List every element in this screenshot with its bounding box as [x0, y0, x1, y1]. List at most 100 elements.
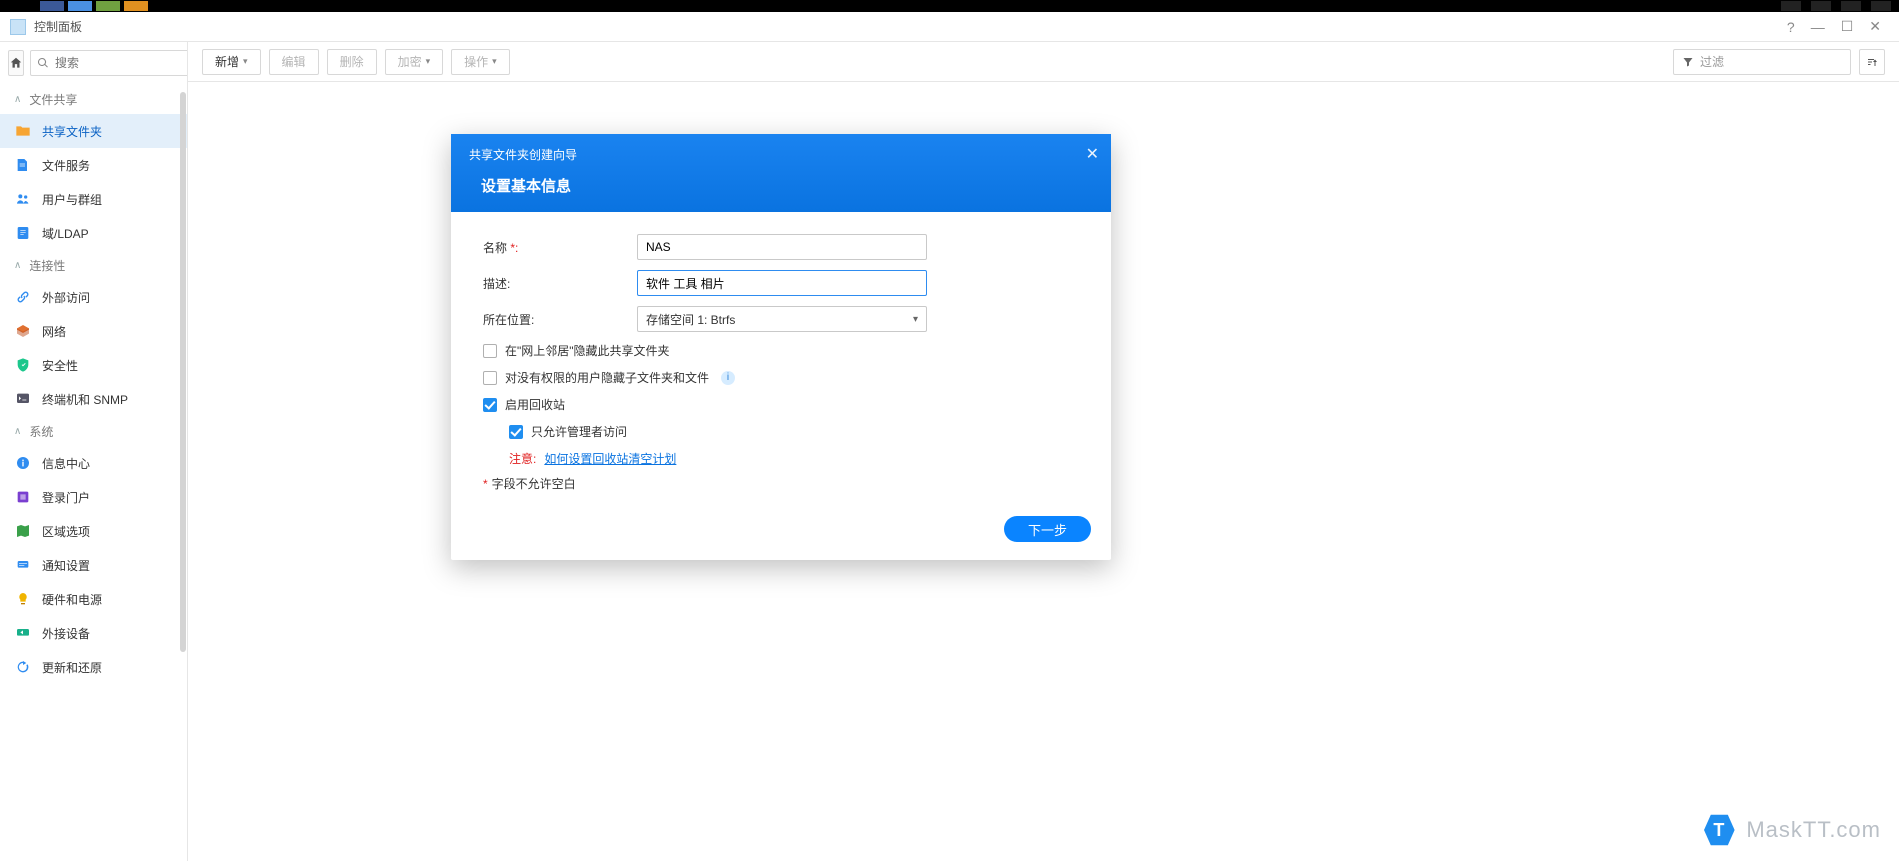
sidebar-scrollbar-thumb[interactable]	[180, 92, 186, 652]
name-input[interactable]	[637, 234, 927, 260]
sidebar-item-hardware-power[interactable]: 硬件和电源	[0, 582, 187, 616]
tray-icon-1[interactable]	[1781, 1, 1801, 11]
modal-body: 名称 *: 描述: 所在位置: 存储空间 1: Btrfs ▾	[451, 212, 1111, 502]
enable-recycle-checkbox[interactable]: 启用回收站	[483, 396, 1079, 413]
sidebar-item-label: 域/LDAP	[42, 225, 89, 242]
next-button[interactable]: 下一步	[1004, 516, 1091, 542]
chevron-down-icon: ▾	[913, 314, 918, 325]
file-icon	[15, 157, 31, 173]
hide-noaccess-label: 对没有权限的用户隐藏子文件夹和文件	[505, 369, 709, 386]
tray-icon-3[interactable]	[1841, 1, 1861, 11]
minimize-button[interactable]: —	[1803, 19, 1833, 35]
sidebar-group-系统[interactable]: ∧ 系统	[0, 416, 187, 446]
taskbar-app-3[interactable]	[96, 1, 120, 11]
sidebar-item-security[interactable]: 安全性	[0, 348, 187, 382]
info-icon[interactable]: i	[721, 371, 735, 385]
create-button[interactable]: 新增 ▾	[202, 49, 261, 75]
desc-label: 描述:	[483, 275, 637, 292]
update-icon	[15, 659, 31, 675]
taskbar-app-1[interactable]	[40, 1, 64, 11]
required-asterisk: *:	[510, 241, 518, 255]
help-button[interactable]: ?	[1779, 19, 1803, 35]
sidebar-item-file-services[interactable]: 文件服务	[0, 148, 187, 182]
region-icon	[15, 523, 31, 539]
hide-network-checkbox[interactable]: 在"网上邻居"隐藏此共享文件夹	[483, 342, 1079, 359]
sidebar-item-shared-folder[interactable]: 共享文件夹	[0, 114, 187, 148]
sidebar-item-external-access[interactable]: 外部访问	[0, 280, 187, 314]
sidebar-group-连接性[interactable]: ∧连接性	[0, 250, 187, 280]
sort-button[interactable]	[1859, 49, 1885, 75]
sort-icon	[1866, 56, 1878, 68]
group-label: 系统	[29, 423, 53, 440]
search-input[interactable]	[55, 56, 188, 70]
hide-noaccess-checkbox[interactable]: 对没有权限的用户隐藏子文件夹和文件 i	[483, 369, 1079, 386]
sidebar-item-info-center[interactable]: 信息中心	[0, 446, 187, 480]
sidebar-item-label: 终端机和 SNMP	[42, 391, 128, 408]
sidebar-item-notification[interactable]: 通知设置	[0, 548, 187, 582]
os-taskbar	[0, 0, 1899, 12]
edit-label: 编辑	[282, 53, 306, 70]
sidebar-item-regional[interactable]: 区域选项	[0, 514, 187, 548]
location-label: 所在位置:	[483, 311, 637, 328]
sidebar-item-label: 信息中心	[42, 455, 90, 472]
filter-box[interactable]: 过滤	[1673, 49, 1851, 75]
app-icon	[10, 19, 26, 35]
delete-label: 删除	[340, 53, 364, 70]
group-label: 连接性	[29, 257, 65, 274]
sidebar-item-domain-ldap[interactable]: 域/LDAP	[0, 216, 187, 250]
checkbox-icon	[483, 344, 497, 358]
checkbox-icon	[483, 398, 497, 412]
action-button[interactable]: 操作 ▾	[451, 49, 510, 75]
tray-icon-4[interactable]	[1871, 1, 1891, 11]
sidebar-item-label: 通知设置	[42, 557, 90, 574]
chevron-down-icon: ▾	[243, 56, 248, 67]
sidebar-item-external-devices[interactable]: 外接设备	[0, 616, 187, 650]
ext-icon	[15, 625, 31, 641]
create-label: 新增	[215, 53, 239, 70]
chevron-down-icon: ▾	[492, 56, 497, 67]
taskbar-tray	[1781, 1, 1891, 11]
funnel-icon	[1682, 56, 1694, 68]
sidebar-item-login-portal[interactable]: 登录门户	[0, 480, 187, 514]
sidebar-group-文件共享[interactable]: ∧文件共享	[0, 84, 187, 114]
tray-icon-2[interactable]	[1811, 1, 1831, 11]
sidebar-search[interactable]	[30, 50, 188, 76]
delete-button[interactable]: 删除	[327, 49, 377, 75]
enable-recycle-label: 启用回收站	[505, 396, 565, 413]
sidebar-item-label: 外接设备	[42, 625, 90, 642]
filter-label: 过滤	[1700, 53, 1724, 70]
taskbar-app-4[interactable]	[124, 1, 148, 11]
modal-close-button[interactable]: ✕	[1086, 144, 1099, 164]
admin-only-label: 只允许管理者访问	[531, 423, 627, 440]
window-titlebar: 控制面板 ? — ☐ ✕	[0, 12, 1899, 42]
location-select[interactable]: 存储空间 1: Btrfs ▾	[637, 306, 927, 332]
window-title: 控制面板	[34, 18, 82, 35]
modal-footer: 下一步	[451, 502, 1111, 560]
sidebar-item-terminal-snmp[interactable]: 终端机和 SNMP	[0, 382, 187, 416]
sidebar-item-network[interactable]: 网络	[0, 314, 187, 348]
sidebar-item-label: 区域选项	[42, 523, 90, 540]
admin-only-checkbox[interactable]: 只允许管理者访问	[509, 423, 1079, 440]
sidebar-item-update-restore[interactable]: 更新和还原	[0, 650, 187, 684]
info-icon	[15, 455, 31, 471]
create-shared-folder-wizard: 共享文件夹创建向导 设置基本信息 ✕ 名称 *: 描述: 所在位置:	[451, 134, 1111, 560]
chevron-up-icon: ∧	[14, 426, 21, 437]
action-label: 操作	[464, 53, 488, 70]
home-button[interactable]	[8, 50, 24, 76]
taskbar-app-2[interactable]	[68, 1, 92, 11]
edit-button[interactable]: 编辑	[269, 49, 319, 75]
maximize-button[interactable]: ☐	[1833, 18, 1862, 35]
taskbar-left-cluster	[40, 1, 148, 11]
sidebar-item-user-group[interactable]: 用户与群组	[0, 182, 187, 216]
recycle-schedule-link[interactable]: 如何设置回收站清空计划	[544, 452, 676, 466]
required-note: *字段不允许空白	[483, 475, 1079, 492]
desc-input[interactable]	[637, 270, 927, 296]
encrypt-button[interactable]: 加密▾	[385, 49, 444, 75]
close-button[interactable]: ✕	[1861, 18, 1889, 35]
bulb-icon	[15, 591, 31, 607]
modal-title: 共享文件夹创建向导	[469, 146, 1093, 163]
sidebar-item-label: 文件服务	[42, 157, 90, 174]
note-label: 注意:	[509, 452, 536, 466]
modal-subtitle: 设置基本信息	[481, 175, 1093, 196]
chevron-up-icon: ∧	[14, 94, 21, 105]
